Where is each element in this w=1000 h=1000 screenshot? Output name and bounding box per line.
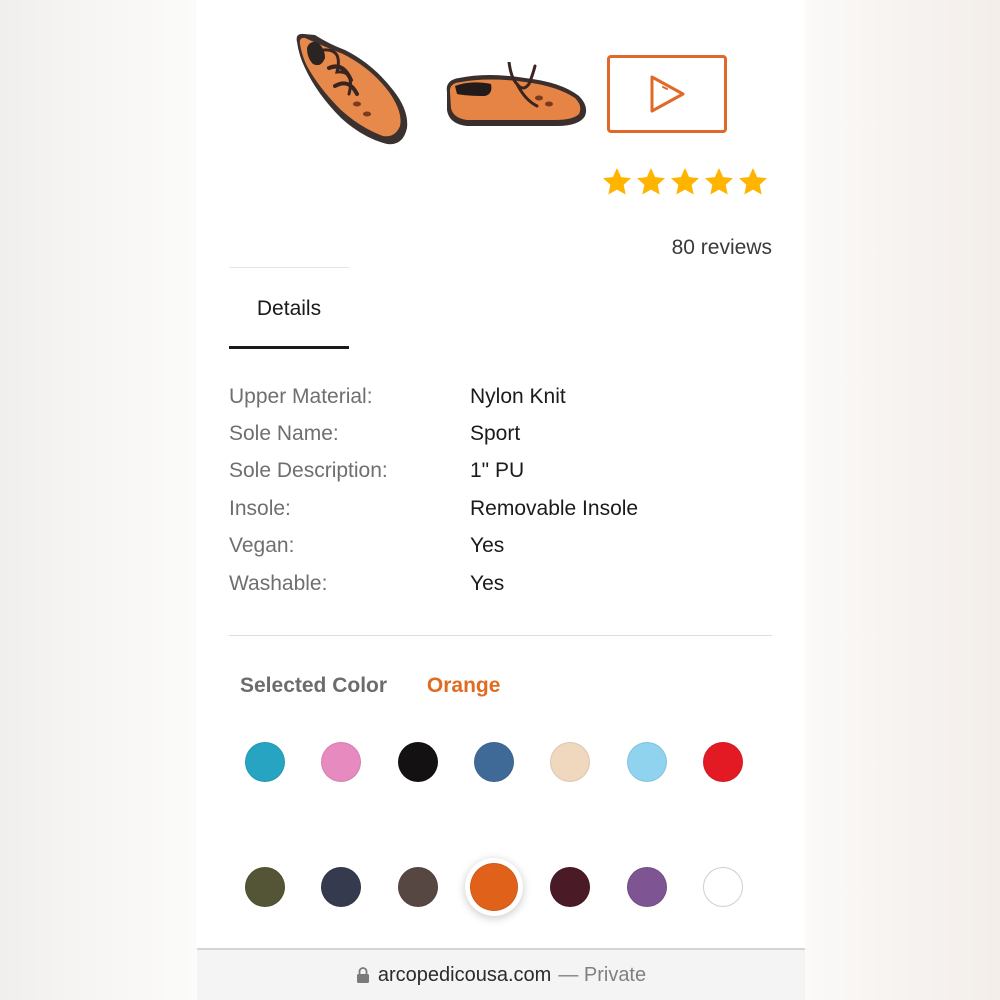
color-swatch-teal[interactable]: [245, 742, 285, 782]
color-swatch-brown[interactable]: [398, 867, 438, 907]
reviews-count-link[interactable]: 80 reviews: [672, 236, 772, 260]
url-domain: arcopedicousa.com: [377, 963, 552, 986]
detail-row: Washable: Yes: [229, 565, 769, 602]
selected-color-label: Selected Color: [240, 674, 388, 697]
star-icon: [671, 168, 699, 195]
detail-label: Sole Name:: [229, 422, 339, 446]
detail-row: Upper Material: Nylon Knit: [229, 378, 769, 415]
detail-value: Yes: [470, 534, 505, 558]
product-page: 80 reviews Details Upper Material: Nylon…: [197, 0, 805, 1000]
detail-value: Nylon Knit: [470, 384, 566, 408]
detail-row: Insole: Removable Insole: [229, 490, 769, 527]
tab-details[interactable]: Details: [229, 288, 349, 350]
tab-top-border: [229, 267, 349, 268]
color-swatch-black[interactable]: [398, 742, 438, 782]
detail-label: Upper Material:: [229, 384, 373, 408]
url-privacy-label: — Private: [558, 963, 647, 986]
product-thumbnail-front[interactable]: [293, 28, 413, 153]
color-swatch-olive[interactable]: [245, 867, 285, 907]
detail-row: Sole Description: 1" PU: [229, 453, 769, 490]
details-list: Upper Material: Nylon Knit Sole Name: Sp…: [229, 378, 769, 602]
selected-color: Selected Color Orange: [240, 674, 500, 698]
detail-value: Sport: [470, 422, 521, 446]
color-swatch-navy[interactable]: [321, 867, 361, 907]
color-swatch-pink[interactable]: [321, 742, 361, 782]
address-bar[interactable]: arcopedicousa.com — Private: [197, 950, 805, 1000]
color-swatch-light-blue[interactable]: [627, 742, 667, 782]
color-swatch-white[interactable]: [703, 867, 743, 907]
color-swatch-burgundy[interactable]: [550, 867, 590, 907]
detail-value: Yes: [470, 571, 505, 595]
detail-label: Vegan:: [229, 534, 295, 558]
star-icon: [637, 168, 665, 195]
detail-row: Sole Name: Sport: [229, 415, 769, 452]
play-icon: [650, 75, 685, 113]
selected-color-value: Orange: [426, 674, 501, 697]
detail-label: Insole:: [229, 496, 291, 520]
star-icon: [603, 168, 631, 195]
color-swatch-beige[interactable]: [550, 742, 590, 782]
detail-label: Sole Description:: [229, 459, 388, 483]
color-swatch-orange[interactable]: [470, 863, 518, 911]
detail-value: Removable Insole: [470, 496, 639, 520]
video-play-button[interactable]: [607, 55, 727, 133]
detail-label: Washable:: [229, 571, 328, 595]
detail-value: 1" PU: [470, 459, 525, 483]
color-swatch-blue[interactable]: [474, 742, 514, 782]
product-thumbnail-side[interactable]: [441, 62, 591, 132]
color-swatch-purple[interactable]: [627, 867, 667, 907]
lock-icon: [356, 967, 369, 983]
star-icon: [739, 168, 767, 195]
detail-row: Vegan: Yes: [229, 528, 769, 565]
color-swatch-red[interactable]: [703, 742, 743, 782]
section-divider: [229, 635, 772, 636]
shoe-side-image: [446, 62, 587, 126]
shoe-front-image: [296, 33, 408, 145]
tab-active-indicator: [229, 346, 349, 349]
star-rating[interactable]: [601, 166, 769, 198]
star-icon: [705, 168, 733, 195]
